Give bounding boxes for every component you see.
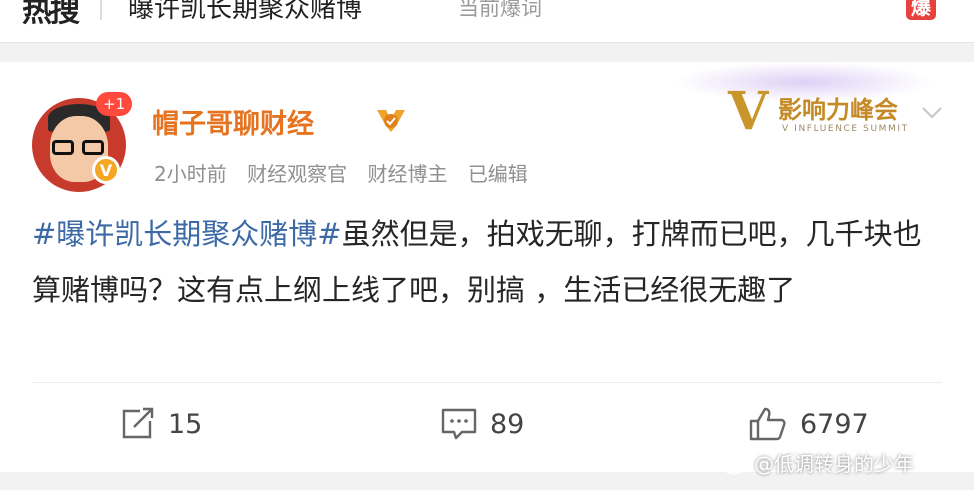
weibo-logo-icon — [722, 453, 750, 475]
hashtag-link[interactable]: #曝许凯长期聚众赌博# — [32, 217, 342, 251]
influence-summit-logo: V 影响力峰会 V INFLUENCE SUMMIT — [728, 82, 918, 146]
summit-en-text: V INFLUENCE SUMMIT — [782, 124, 909, 134]
action-divider — [32, 382, 942, 383]
edited-label: 已编辑 — [467, 162, 528, 186]
like-button[interactable]: 6797 — [748, 404, 869, 444]
hot-search-title[interactable]: 曝许凯长期聚众赌博 — [128, 0, 362, 25]
summit-v-mark: V — [728, 81, 769, 142]
watermark-text: @低调转身的少年 — [754, 452, 914, 476]
like-count: 6797 — [800, 408, 869, 440]
hot-badge-icon: 爆 — [906, 0, 936, 20]
avatar-lens-left — [52, 140, 74, 155]
comment-count: 89 — [490, 408, 525, 440]
author-name[interactable]: 帽子哥聊财经 — [152, 102, 314, 141]
repost-icon — [122, 407, 154, 439]
thumbs-up-icon — [749, 407, 786, 441]
avatar-lens-right — [82, 140, 104, 155]
weibo-watermark: @低调转身的少年 — [722, 448, 914, 477]
post-card: +1 V 帽子哥聊财经 2小时前 财经观察官 财经博主 已编辑 V 影响力峰会 … — [0, 62, 974, 472]
hot-search-header: 热搜 曝许凯长期聚众赌博 当前爆词 爆 — [0, 0, 974, 43]
post-meta: 2小时前 财经观察官 财经博主 已编辑 — [154, 158, 542, 187]
post-body: #曝许凯长期聚众赌博#虽然但是，拍戏无聊，打牌而已吧，几千块也算赌博吗？这有点上… — [32, 206, 922, 318]
avatar-glasses — [52, 140, 106, 156]
repost-count: 15 — [168, 408, 203, 440]
verified-icon: V — [92, 156, 120, 184]
repost-button[interactable]: 15 — [120, 404, 202, 444]
medal-icon — [377, 110, 405, 132]
summit-cn-text: 影响力峰会 — [778, 96, 898, 124]
author-title-1: 财经观察官 — [247, 162, 348, 186]
hot-search-logo: 热搜 — [22, 0, 80, 29]
author-title-2: 财经博主 — [367, 162, 448, 186]
hot-search-subtitle: 当前爆词 — [458, 0, 542, 20]
comment-button[interactable]: 89 — [440, 404, 524, 444]
post-time: 2小时前 — [154, 162, 227, 186]
header-divider — [100, 0, 102, 20]
comment-icon — [441, 408, 477, 440]
chevron-down-icon[interactable] — [920, 104, 944, 122]
follow-plus-badge: +1 — [96, 92, 133, 116]
